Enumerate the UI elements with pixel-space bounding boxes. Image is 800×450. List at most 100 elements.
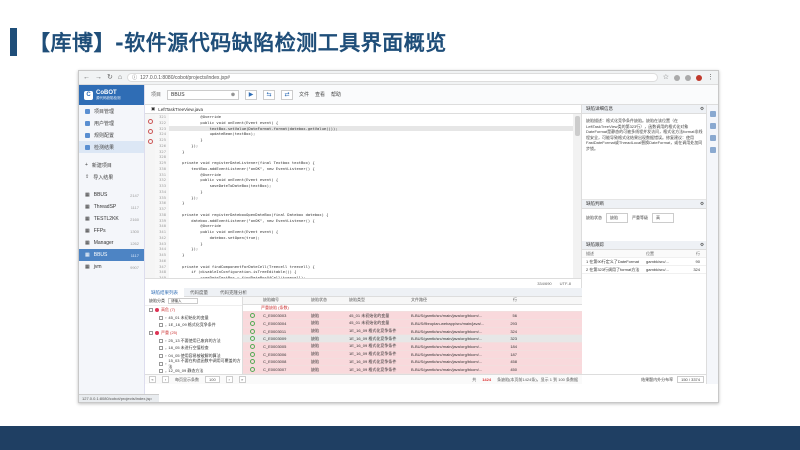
tree-node[interactable]: ▫ 15_03 不要在构造函数中调用可覆盖的方法 (145, 358, 242, 369)
menu-icon[interactable]: ⋮ (707, 74, 714, 81)
tree-node-label: 严重 (25) (161, 329, 178, 335)
project-item[interactable]: ▦ TESTL2KK 2160 (79, 213, 144, 225)
col-path[interactable]: 文件路径 (411, 297, 499, 303)
tree-node[interactable]: ▫ 45_01 未初始化的变量 (145, 314, 242, 322)
table-row[interactable]: C_E0003008 缺陷 1E_16_09 格式化竞争条件 B-BUS/gamtk/… (243, 358, 582, 367)
sidebar-action[interactable]: + 新建项目 (79, 159, 144, 171)
table-row[interactable]: C_E0003011 缺陷 1E_16_09 格式化竞争条件 B-BUS/gamtk/… (243, 327, 582, 336)
checkbox[interactable] (149, 307, 153, 312)
project-select[interactable]: BBUS ⊗ (167, 89, 240, 100)
page-size-select[interactable]: 100 (205, 376, 220, 383)
checkbox[interactable] (149, 330, 153, 335)
editor-file-tab[interactable]: ▣ LeftTaskTreeView.java (145, 105, 581, 114)
col-status[interactable]: 缺陷状态 (311, 297, 349, 303)
defect-marker-icon[interactable] (147, 129, 153, 134)
menu-file[interactable]: 文件 (299, 91, 309, 98)
address-bar[interactable]: ⓘ 127.0.0.1:8080/cobot/projects/index.js… (127, 73, 658, 82)
extension-icon[interactable] (685, 74, 691, 81)
tool-icon[interactable] (709, 135, 716, 141)
tab-clone-analysis[interactable]: 代码克隆分析 (214, 288, 253, 297)
checkbox[interactable] (159, 338, 163, 343)
sidebar-item[interactable]: 规则配置 (79, 129, 144, 141)
tree-filter-input[interactable]: 请输入 (168, 298, 198, 304)
forward-icon[interactable]: → (95, 74, 102, 81)
group-label: 严重缺陷 (条数) (261, 305, 289, 311)
check-circle-icon[interactable] (249, 328, 255, 334)
checkbox[interactable] (159, 346, 163, 351)
sidebar-item[interactable]: 用户管理 (79, 117, 144, 129)
check-circle-icon[interactable] (249, 343, 255, 349)
project-item[interactable]: ▦ jvm 9907 (79, 261, 144, 273)
grid-group-row[interactable]: 严重缺陷 (条数) (243, 304, 582, 313)
table-row[interactable]: C_E0003007 缺陷 1E_16_09 格式化竞争条件 B-BUS/gamtk/… (243, 366, 582, 374)
scrollbar-thumb[interactable] (574, 116, 580, 136)
tool-icon[interactable] (709, 147, 716, 153)
defect-marker-icon[interactable] (147, 139, 153, 144)
extension-icon[interactable] (696, 74, 702, 81)
run-button[interactable]: ▶ (245, 89, 258, 100)
tree-node[interactable]: ▫ 18_05 未进行空值检查 (145, 344, 242, 352)
trace-row[interactable]: 1 在第90行定义了DateFormat gambk/src/... 90 (582, 258, 708, 266)
project-item[interactable]: ▦ BBUS 1117 (79, 249, 144, 261)
col-id[interactable]: 缺陷编号 (261, 297, 311, 303)
table-row[interactable]: C_E0003004 缺陷 45_01 未初始化的变量 B-BUS/fibroplan… (243, 320, 582, 328)
col-line[interactable]: 行 (499, 297, 517, 303)
menu-view[interactable]: 查看 (315, 91, 325, 98)
tree-node[interactable]: 高危 (7) (145, 306, 242, 314)
mark-select[interactable]: 缺陷 (606, 213, 628, 223)
severity-select[interactable]: 高 (652, 213, 674, 223)
home-icon[interactable]: ⌂ (118, 74, 122, 81)
clear-icon[interactable]: ⊗ (231, 92, 235, 98)
tree-node[interactable]: ▫ 25_13 不要使用已废弃的方法 (145, 337, 242, 345)
sidebar-action[interactable]: ⇪ 导入结果 (79, 171, 144, 183)
checkbox[interactable] (159, 361, 163, 366)
table-row[interactable]: C_E0003009 缺陷 1E_16_09 格式化竞争条件 B-BUS/gamtk/… (243, 335, 582, 344)
prev-page-button[interactable]: ‹ (162, 376, 169, 383)
project-name: jvm (93, 264, 102, 270)
defect-marker-icon[interactable] (147, 119, 153, 124)
checkbox[interactable] (159, 323, 163, 328)
tab-defect-list[interactable]: 缺陷结果列表 (145, 287, 184, 297)
project-item[interactable]: ▦ Manager 1262 (79, 237, 144, 249)
check-circle-icon[interactable] (249, 359, 255, 365)
sidebar-item[interactable]: 项目管理 (79, 105, 144, 117)
menu-help[interactable]: 帮助 (331, 91, 341, 98)
checkbox[interactable] (159, 369, 163, 374)
trace-row[interactable]: 2 在第323行调用了format方法 gambk/src/... 324 (582, 266, 708, 274)
check-circle-icon[interactable] (249, 367, 255, 373)
extension-icon[interactable] (674, 74, 680, 81)
table-row[interactable]: C_E0003006 缺陷 1E_16_09 格式化竞争条件 B-BUS/gamtk/… (243, 350, 582, 359)
tool-icon[interactable] (709, 111, 716, 117)
check-circle-icon[interactable] (249, 336, 255, 342)
settings-icon[interactable]: ⚙ (700, 242, 704, 248)
check-circle-icon[interactable] (249, 313, 255, 319)
sync-button[interactable]: ⇄ (281, 89, 294, 100)
tool-icon[interactable] (709, 123, 716, 129)
table-row[interactable]: C_E0003003 缺陷 45_01 未初始化的变量 B-BUS/gamtk/src… (243, 312, 582, 321)
tab-code-metrics[interactable]: 代码度量 (184, 288, 214, 297)
tree-node[interactable]: 严重 (25) (145, 329, 242, 337)
reload-icon[interactable]: ↻ (107, 74, 113, 81)
table-row[interactable]: C_E0003005 缺陷 1E_16_09 格式化竞争条件 B-BUS/gamtk/… (243, 343, 582, 351)
code-view[interactable]: 321 @Override 322 public void onEvent(Eve… (155, 114, 573, 278)
settings-icon[interactable]: ⚙ (700, 106, 704, 112)
first-page-button[interactable]: « (149, 376, 156, 383)
back-icon[interactable]: ← (83, 74, 90, 81)
compare-button[interactable]: ⇆ (263, 89, 276, 100)
check-circle-icon[interactable] (249, 351, 255, 357)
tree-node-label: 25_13 不要使用已废弃的方法 (168, 337, 221, 343)
star-icon[interactable]: ☆ (663, 74, 669, 81)
settings-icon[interactable]: ⚙ (700, 201, 704, 207)
project-item[interactable]: ▦ FFPs 1300 (79, 225, 144, 237)
project-item[interactable]: ▦ BBUS 2147 (79, 189, 144, 201)
col-type[interactable]: 缺陷类型 (349, 297, 411, 303)
last-page-button[interactable]: » (238, 376, 246, 383)
checkbox[interactable] (159, 353, 163, 358)
sidebar-item[interactable]: 检测结果 (79, 141, 144, 153)
project-item[interactable]: ▦ ThreadSP 1117 (79, 201, 144, 213)
checkbox[interactable] (159, 315, 163, 320)
check-circle-icon[interactable] (249, 320, 255, 326)
editor-scrollbar[interactable] (573, 114, 581, 278)
tree-node[interactable]: ▫ 1E_16_09 格式化竞争条件 (145, 321, 242, 329)
next-page-button[interactable]: › (225, 376, 233, 383)
